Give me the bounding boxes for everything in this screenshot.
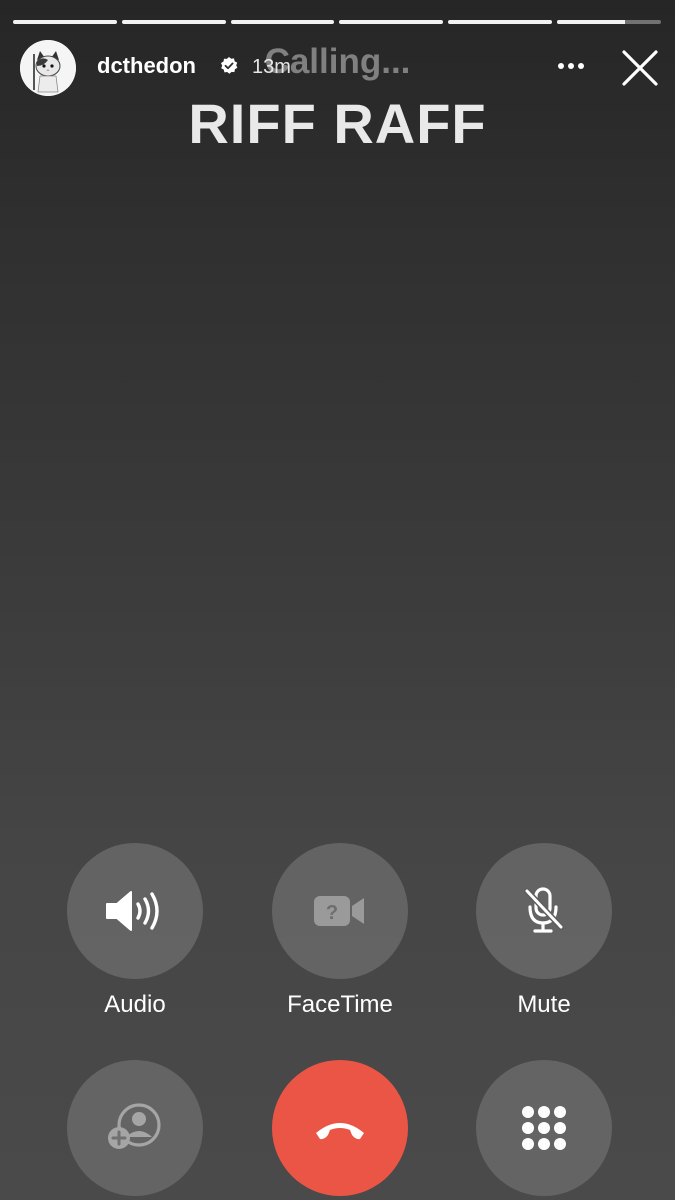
mute-button[interactable]: [476, 843, 612, 979]
progress-segment: [121, 20, 226, 24]
progress-segment: [448, 20, 553, 24]
story-screen: dcthedon Calling... 13m RIFF RAFF Audio …: [0, 0, 675, 1200]
close-icon[interactable]: [618, 46, 662, 90]
keypad-button[interactable]: [476, 1060, 612, 1196]
speaker-icon: [106, 891, 159, 931]
mute-label: Mute: [517, 991, 571, 1018]
mute-mic-icon: [524, 887, 564, 933]
keypad-icon: [522, 1106, 566, 1150]
add-contact-icon: [108, 1103, 161, 1149]
progress-segment-current: [557, 20, 661, 24]
facetime-icon: ?: [314, 896, 364, 926]
end-call-button[interactable]: [272, 1060, 408, 1196]
contact-name: RIFF RAFF: [188, 92, 487, 155]
end-call-icon: [316, 1123, 364, 1140]
facetime-button[interactable]: ?: [272, 843, 408, 979]
facetime-label: FaceTime: [287, 991, 393, 1018]
progress-segment: [13, 20, 117, 24]
progress-segment: [230, 20, 335, 24]
more-horizontal-icon[interactable]: [551, 54, 591, 78]
story-progress-bar: [13, 20, 661, 24]
svg-text:?: ?: [326, 902, 338, 924]
audio-button[interactable]: [67, 843, 203, 979]
audio-label: Audio: [104, 991, 166, 1018]
story-timestamp: 13m: [252, 56, 291, 78]
add-call-button[interactable]: [67, 1060, 203, 1196]
progress-segment: [339, 20, 444, 24]
